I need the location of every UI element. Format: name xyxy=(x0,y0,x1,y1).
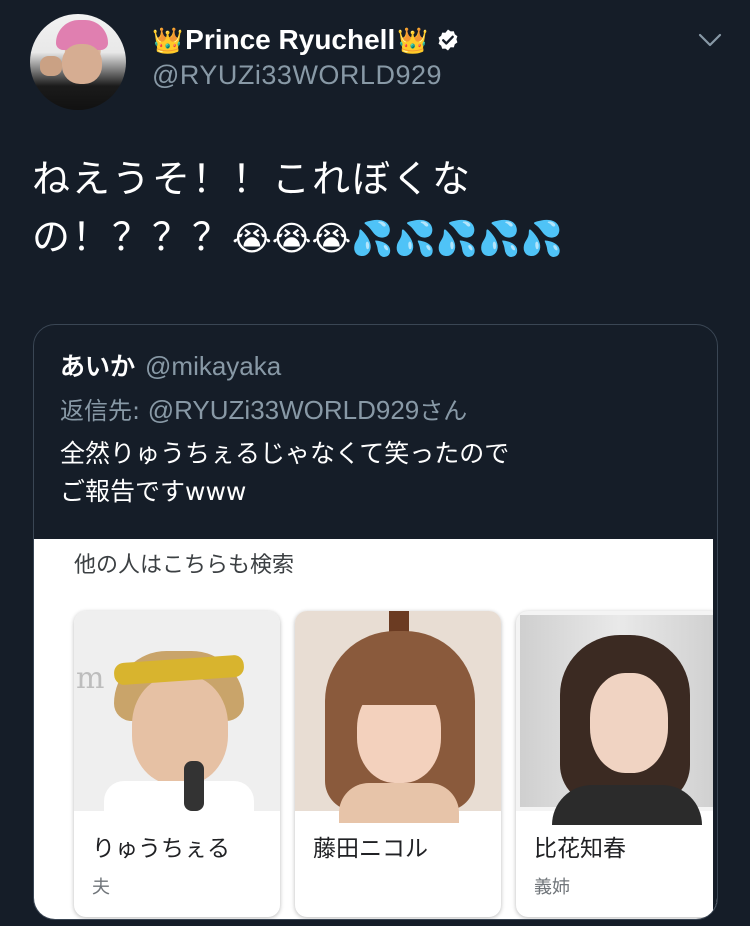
person-photo: m xyxy=(74,611,280,821)
tweet-text-line-2: の！？？？😭😭😭💦💦💦💦💦 xyxy=(32,208,722,268)
person-card: m りゅうちぇる 夫 xyxy=(74,611,280,917)
author-display-name[interactable]: Prince Ryuchell xyxy=(185,24,395,56)
quoted-text-line-2: ご報告ですwww xyxy=(60,477,247,506)
tweet-container: 👑 Prince Ryuchell 👑 @RYUZi33WORLD929 ねえう… xyxy=(0,0,750,926)
quoted-tweet-image[interactable]: 他の人はこちらも検索 m りゅうちぇる 夫 藤田ニコル 比花知春 義姉 xyxy=(34,539,717,919)
tweet-emoji-run: 😭😭😭💦💦💦💦💦 xyxy=(232,219,563,259)
quoted-tweet-text: 全然りゅうちぇるじゃなくて笑ったので ご報告ですwww xyxy=(60,435,680,511)
person-card: 藤田ニコル xyxy=(295,611,501,917)
crown-emoji-left: 👑 xyxy=(152,25,184,55)
person-photo xyxy=(295,611,501,823)
author-handle[interactable]: @RYUZi33WORLD929 xyxy=(152,60,442,91)
person-name: 藤田ニコル xyxy=(313,836,428,862)
verified-badge-icon xyxy=(438,29,458,51)
tweet-text-line-2-text: の！？？？ xyxy=(32,215,233,259)
avatar-face xyxy=(62,44,102,84)
quoted-tweet-card[interactable]: あいか @mikayaka 返信先: @RYUZi33WORLD929さん 全然… xyxy=(33,324,718,920)
quoted-tweet-header: あいか @mikayaka xyxy=(60,347,281,383)
person-relation: 義姉 xyxy=(534,877,570,898)
person-name: りゅうちぇる xyxy=(92,836,230,862)
quoted-text-line-1: 全然りゅうちぇるじゃなくて笑ったので xyxy=(60,439,510,468)
tweet-text: ねえうそ！！これぼくな の！？？？😭😭😭💦💦💦💦💦 xyxy=(32,150,722,268)
avatar-hand xyxy=(40,56,62,76)
crown-emoji-right: 👑 xyxy=(397,25,429,55)
reply-suffix: さん xyxy=(419,397,468,425)
author-name-row[interactable]: 👑 Prince Ryuchell 👑 xyxy=(152,22,460,58)
search-related-title: 他の人はこちらも検索 xyxy=(74,553,295,578)
person-name: 比花知春 xyxy=(534,836,626,862)
photo-logo-fragment: m xyxy=(76,661,105,696)
person-relation: 夫 xyxy=(92,877,110,898)
chevron-down-icon[interactable] xyxy=(696,28,724,52)
quoted-reply-to: 返信先: @RYUZi33WORLD929さん xyxy=(60,391,467,426)
author-avatar[interactable] xyxy=(30,14,126,110)
person-card: 比花知春 義姉 xyxy=(516,611,717,917)
person-photo xyxy=(516,611,717,825)
reply-mention: @RYUZi33WORLD929 xyxy=(147,395,420,425)
tweet-text-line-1: ねえうそ！！これぼくな xyxy=(32,157,473,201)
reply-prefix: 返信先: xyxy=(60,397,148,425)
quoted-author-name: あいか xyxy=(60,352,136,381)
image-edge xyxy=(713,539,717,919)
quoted-author-handle: @mikayaka xyxy=(145,351,282,381)
